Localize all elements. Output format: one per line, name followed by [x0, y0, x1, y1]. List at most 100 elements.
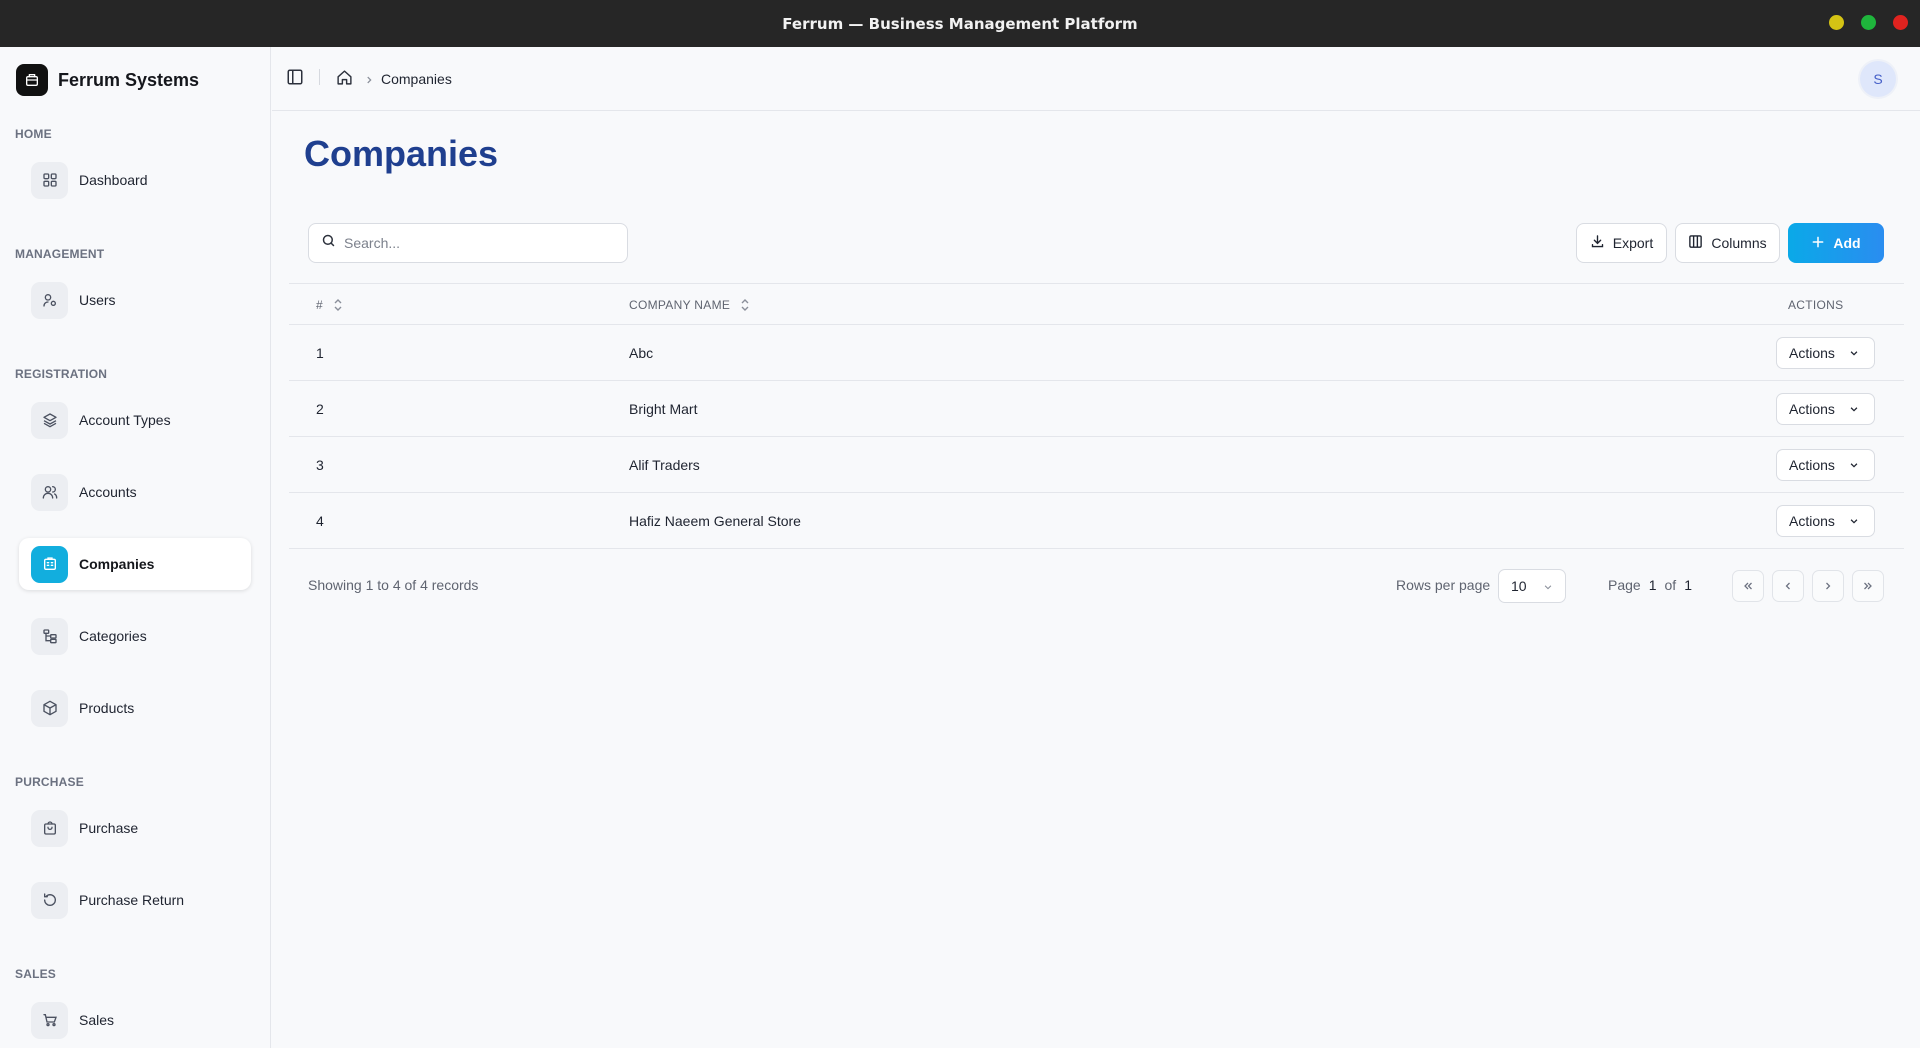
- actions-dropdown[interactable]: Actions: [1776, 337, 1875, 369]
- sidebar-item-purchase-return[interactable]: Purchase Return: [19, 874, 251, 926]
- page-word: Page: [1608, 577, 1641, 593]
- search-box: [308, 223, 628, 263]
- chevron-down-icon: [1850, 463, 1858, 468]
- actions-label: Actions: [1789, 345, 1835, 361]
- sidebar: Ferrum Systems HOME Dashboard MANAGEMENT…: [0, 47, 271, 1048]
- brand[interactable]: Ferrum Systems: [16, 64, 199, 96]
- window-controls: [1829, 15, 1908, 30]
- cart-icon: [31, 1001, 68, 1039]
- page-indicator: Page 1 of 1: [1608, 577, 1692, 593]
- next-page-button[interactable]: [1812, 570, 1844, 602]
- current-page: 1: [1648, 577, 1657, 593]
- sidebar-item-categories[interactable]: Categories: [19, 610, 251, 662]
- chevrons-right-icon: [1864, 582, 1872, 590]
- search-icon: [321, 233, 336, 253]
- sort-icon[interactable]: [333, 298, 343, 312]
- column-header-label: #: [316, 298, 323, 312]
- sidebar-item-accounts[interactable]: Accounts: [19, 466, 251, 518]
- close-button[interactable]: [1893, 15, 1908, 30]
- actions-label: Actions: [1789, 401, 1835, 417]
- sidebar-item-label: Account Types: [79, 412, 171, 428]
- chevron-down-icon: [1544, 585, 1552, 590]
- row-number: 3: [316, 457, 324, 473]
- rows-per-page-value: 10: [1511, 578, 1527, 594]
- sidebar-item-companies[interactable]: Companies: [19, 538, 251, 590]
- actions-label: Actions: [1789, 513, 1835, 529]
- table-row: 3 Alif Traders Actions: [289, 437, 1904, 493]
- row-number: 2: [316, 401, 324, 417]
- sort-icon[interactable]: [740, 298, 750, 312]
- column-header-number[interactable]: #: [316, 298, 343, 312]
- table-header: # COMPANY NAME ACTIONS: [289, 283, 1904, 325]
- accounts-icon: [31, 473, 68, 511]
- export-label: Export: [1612, 235, 1654, 251]
- category-tree-icon: [31, 617, 68, 655]
- sidebar-item-label: Products: [79, 700, 135, 716]
- chevrons-left-icon: [1744, 582, 1752, 590]
- sidebar-item-label: Sales: [79, 1012, 115, 1028]
- sidebar-item-purchase[interactable]: Purchase: [19, 802, 251, 854]
- chevron-down-icon: [1850, 519, 1858, 524]
- previous-page-button[interactable]: [1772, 570, 1804, 602]
- sidebar-item-products[interactable]: Products: [19, 682, 251, 734]
- actions-dropdown[interactable]: Actions: [1776, 505, 1875, 537]
- export-button[interactable]: Export: [1576, 223, 1667, 263]
- actions-label: Actions: [1789, 457, 1835, 473]
- section-label-home: HOME: [15, 127, 52, 141]
- actions-dropdown[interactable]: Actions: [1776, 449, 1875, 481]
- records-summary: Showing 1 to 4 of 4 records: [308, 577, 479, 593]
- table-row: 2 Bright Mart Actions: [289, 381, 1904, 437]
- row-number: 1: [316, 345, 324, 361]
- topbar: Companies S: [272, 47, 1920, 111]
- actions-dropdown[interactable]: Actions: [1776, 393, 1875, 425]
- home-icon[interactable]: [336, 69, 353, 86]
- chevron-down-icon: [1850, 407, 1858, 412]
- chevron-right-icon: [364, 72, 374, 84]
- search-input[interactable]: [344, 235, 614, 251]
- section-label-management: MANAGEMENT: [15, 247, 105, 261]
- section-label-purchase: PURCHASE: [15, 775, 84, 789]
- users-icon: [31, 281, 68, 319]
- sidebar-item-label: Dashboard: [79, 172, 148, 188]
- brand-logo-icon: [16, 64, 48, 96]
- sidebar-toggle-icon[interactable]: [286, 68, 304, 86]
- sidebar-item-label: Purchase: [79, 820, 139, 836]
- minimize-button[interactable]: [1829, 15, 1844, 30]
- window-title: Ferrum — Business Management Platform: [782, 14, 1138, 33]
- avatar-initial: S: [1873, 71, 1883, 87]
- window-titlebar: Ferrum — Business Management Platform: [0, 0, 1920, 47]
- sidebar-item-label: Accounts: [79, 484, 137, 500]
- download-icon: [1590, 234, 1605, 252]
- row-number: 4: [316, 513, 324, 529]
- total-pages: 1: [1684, 577, 1692, 593]
- sidebar-item-dashboard[interactable]: Dashboard: [19, 154, 251, 206]
- plus-icon: [1811, 235, 1825, 252]
- add-label: Add: [1833, 235, 1861, 251]
- add-button[interactable]: Add: [1788, 223, 1884, 263]
- sidebar-item-users[interactable]: Users: [19, 274, 251, 326]
- first-page-button[interactable]: [1732, 570, 1764, 602]
- table-row: 1 Abc Actions: [289, 325, 1904, 381]
- chevron-left-icon: [1785, 582, 1790, 590]
- section-label-registration: REGISTRATION: [15, 367, 108, 381]
- company-name: Bright Mart: [629, 401, 698, 417]
- sidebar-item-account-types[interactable]: Account Types: [19, 394, 251, 446]
- shopping-bag-icon: [31, 809, 68, 847]
- sidebar-item-label: Users: [79, 292, 116, 308]
- sidebar-item-sales[interactable]: Sales: [19, 994, 251, 1046]
- layers-icon: [31, 401, 68, 439]
- companies-table: # COMPANY NAME ACTIONS 1 Abc Actions 2 B…: [289, 283, 1904, 549]
- columns-button[interactable]: Columns: [1675, 223, 1780, 263]
- avatar[interactable]: S: [1860, 61, 1896, 97]
- maximize-button[interactable]: [1861, 15, 1876, 30]
- last-page-button[interactable]: [1852, 570, 1884, 602]
- sidebar-item-label: Purchase Return: [79, 892, 185, 908]
- building-icon: [31, 545, 68, 583]
- column-header-company-name[interactable]: COMPANY NAME: [629, 298, 750, 312]
- page-title: Companies: [304, 133, 499, 174]
- section-label-sales: SALES: [15, 967, 57, 981]
- sidebar-item-label: Companies: [79, 556, 155, 572]
- columns-icon: [1688, 234, 1703, 252]
- company-name: Alif Traders: [629, 457, 700, 473]
- rows-per-page-select[interactable]: 10: [1498, 569, 1566, 603]
